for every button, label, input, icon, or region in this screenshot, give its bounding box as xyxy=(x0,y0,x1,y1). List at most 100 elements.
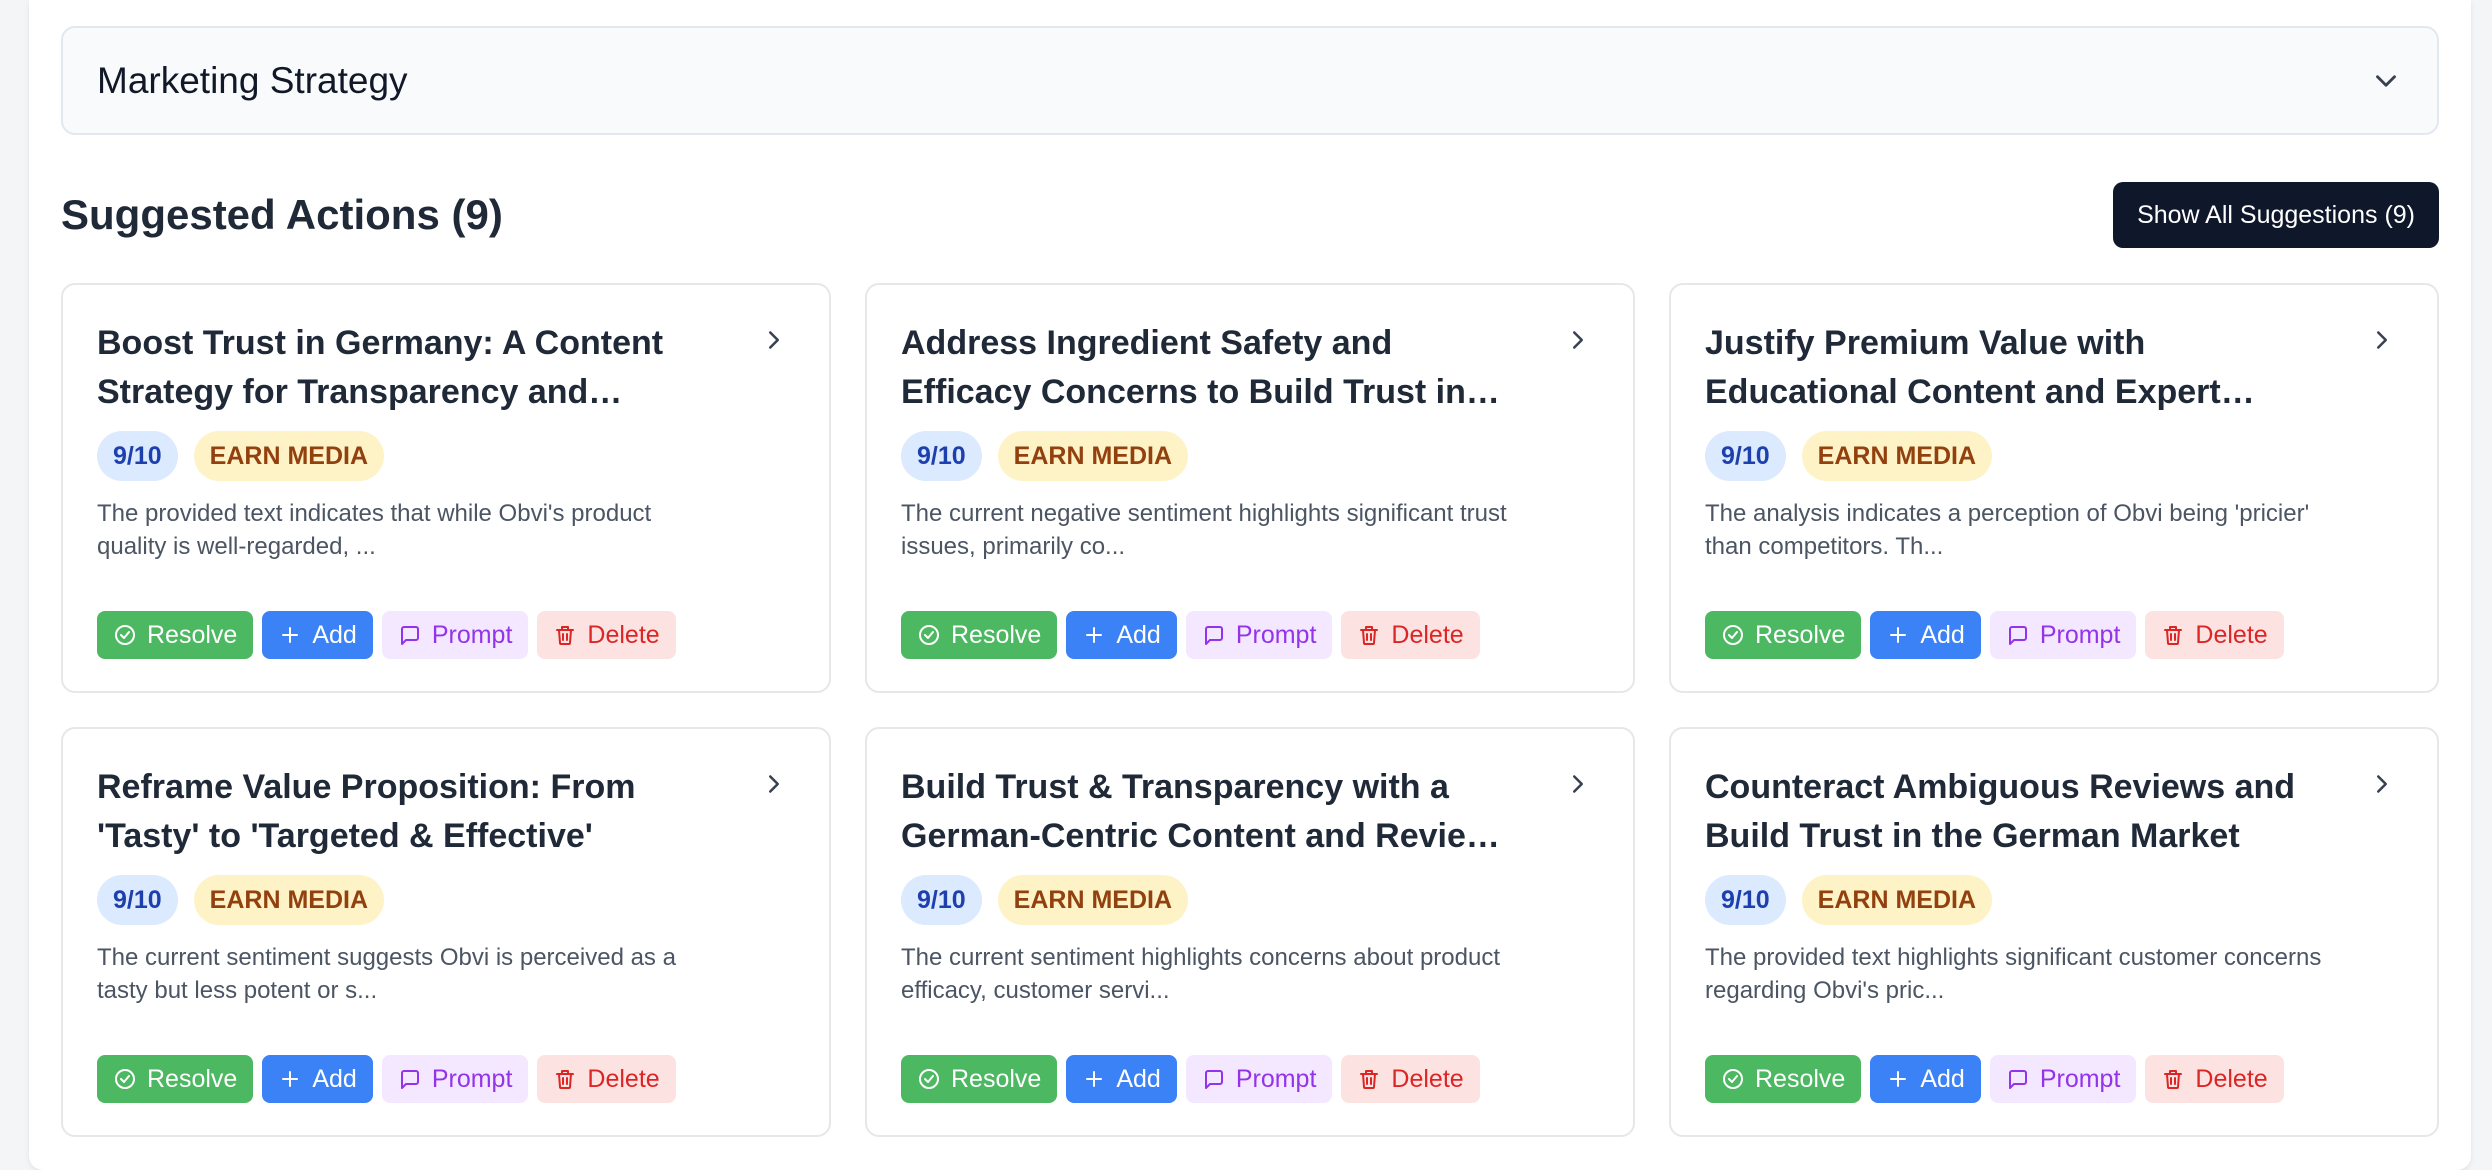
category-badge: EARN MEDIA xyxy=(193,875,385,925)
card-badges: 9/10 EARN MEDIA xyxy=(901,431,1599,481)
score-badge: 9/10 xyxy=(901,431,982,481)
card-badges: 9/10 EARN MEDIA xyxy=(97,875,795,925)
suggestion-card[interactable]: Address Ingredient Safety and Efficacy C… xyxy=(865,283,1635,693)
add-label: Add xyxy=(312,620,357,649)
trash-icon xyxy=(1360,626,1379,645)
delete-button[interactable]: Delete xyxy=(1341,611,1480,659)
card-description: The current sentiment highlights concern… xyxy=(901,944,1501,1004)
delete-button[interactable]: Delete xyxy=(2145,1055,2284,1103)
trash-icon xyxy=(2164,1070,2183,1089)
delete-button[interactable]: Delete xyxy=(2145,611,2284,659)
add-label: Add xyxy=(1116,1064,1161,1093)
suggestion-card[interactable]: Counteract Ambiguous Reviews and Build T… xyxy=(1669,727,2439,1137)
score-badge: 9/10 xyxy=(1705,431,1786,481)
resolve-button[interactable]: Resolve xyxy=(901,611,1058,659)
prompt-button[interactable]: Prompt xyxy=(1989,611,2137,659)
message-square-icon xyxy=(400,1070,419,1089)
category-badge: EARN MEDIA xyxy=(1801,875,1993,925)
message-square-icon xyxy=(1204,1070,1223,1089)
check-circle-icon xyxy=(1723,1069,1743,1089)
resolve-button[interactable]: Resolve xyxy=(1705,611,1862,659)
chevron-right-icon[interactable] xyxy=(2367,769,2397,799)
prompt-label: Prompt xyxy=(431,620,513,649)
resolve-button[interactable]: Resolve xyxy=(901,1055,1058,1103)
card-actions: Resolve Add Prompt Delete xyxy=(1705,1055,2284,1103)
card-badges: 9/10 EARN MEDIA xyxy=(1705,875,2403,925)
category-badge: EARN MEDIA xyxy=(193,431,385,481)
card-description: The provided text indicates that while O… xyxy=(97,500,652,560)
message-square-icon xyxy=(2008,1070,2027,1089)
card-actions: Resolve Add Prompt Delete xyxy=(1705,611,2284,659)
suggestion-card[interactable]: Justify Premium Value with Educational C… xyxy=(1669,283,2439,693)
add-button[interactable]: Add xyxy=(1870,1055,1981,1103)
suggestion-card[interactable]: Boost Trust in Germany: A Content Strate… xyxy=(61,283,831,693)
card-badges: 9/10 EARN MEDIA xyxy=(97,431,795,481)
chevron-right-icon[interactable] xyxy=(2367,325,2397,355)
card-title: Counteract Ambiguous Reviews and Build T… xyxy=(1705,768,2296,855)
delete-button[interactable]: Delete xyxy=(1341,1055,1480,1103)
check-circle-icon xyxy=(115,625,135,645)
card-title: Justify Premium Value with Educational C… xyxy=(1705,324,2221,411)
message-square-icon xyxy=(2008,626,2027,645)
category-badge: EARN MEDIA xyxy=(1801,431,1993,481)
score-badge: 9/10 xyxy=(1705,875,1786,925)
add-button[interactable]: Add xyxy=(1066,611,1177,659)
category-badge: EARN MEDIA xyxy=(997,875,1189,925)
plus-icon xyxy=(282,1071,299,1087)
trash-icon xyxy=(1360,1070,1379,1089)
trash-icon xyxy=(556,626,575,645)
add-button[interactable]: Add xyxy=(262,1055,373,1103)
message-square-icon xyxy=(400,626,419,645)
card-title: Build Trust & Transparency with a German… xyxy=(901,768,1493,855)
add-button[interactable]: Add xyxy=(1870,611,1981,659)
marketing-strategy-accordion[interactable]: Marketing Strategy xyxy=(61,26,2439,135)
card-description: The current sentiment suggests Obvi is p… xyxy=(97,944,676,1004)
card-title: Address Ingredient Safety and Efficacy C… xyxy=(901,324,1466,411)
prompt-button[interactable]: Prompt xyxy=(381,1055,529,1103)
card-actions: Resolve Add Prompt Delete xyxy=(97,1055,676,1103)
suggestion-card[interactable]: Build Trust & Transparency with a German… xyxy=(865,727,1635,1137)
card-actions: Resolve Add Prompt Delete xyxy=(901,1055,1480,1103)
main-panel: Marketing Strategy Suggested Actions (9)… xyxy=(29,0,2471,1170)
chevron-right-icon[interactable] xyxy=(1563,325,1593,355)
resolve-button[interactable]: Resolve xyxy=(1705,1055,1862,1103)
prompt-button[interactable]: Prompt xyxy=(1989,1055,2137,1103)
prompt-button[interactable]: Prompt xyxy=(1185,1055,1333,1103)
add-label: Add xyxy=(312,1064,357,1093)
check-circle-icon xyxy=(115,1069,135,1089)
chevron-right-icon[interactable] xyxy=(1563,769,1593,799)
plus-icon xyxy=(1890,627,1907,643)
card-badges: 9/10 EARN MEDIA xyxy=(901,875,1599,925)
delete-label: Delete xyxy=(1391,620,1464,649)
add-button[interactable]: Add xyxy=(1066,1055,1177,1103)
chevron-right-icon[interactable] xyxy=(759,325,789,355)
add-button[interactable]: Add xyxy=(262,611,373,659)
score-badge: 9/10 xyxy=(97,431,178,481)
check-circle-icon xyxy=(919,625,939,645)
category-badge: EARN MEDIA xyxy=(997,431,1189,481)
prompt-button[interactable]: Prompt xyxy=(1185,611,1333,659)
delete-button[interactable]: Delete xyxy=(537,1055,676,1103)
chevron-right-icon[interactable] xyxy=(759,769,789,799)
plus-icon xyxy=(1086,627,1103,643)
card-description: The current negative sentiment highlight… xyxy=(901,500,1507,560)
section-title: Suggested Actions (9) xyxy=(61,191,503,238)
score-badge: 9/10 xyxy=(97,875,178,925)
resolve-button[interactable]: Resolve xyxy=(97,611,254,659)
resolve-button[interactable]: Resolve xyxy=(97,1055,254,1103)
card-badges: 9/10 EARN MEDIA xyxy=(1705,431,2403,481)
prompt-label: Prompt xyxy=(1235,620,1317,649)
show-all-suggestions-button[interactable]: Show All Suggestions (9) xyxy=(2113,182,2439,248)
delete-label: Delete xyxy=(2195,620,2268,649)
card-description: The analysis indicates a perception of O… xyxy=(1705,500,2310,560)
plus-icon xyxy=(282,627,299,643)
prompt-label: Prompt xyxy=(2039,1064,2121,1093)
resolve-label: Resolve xyxy=(147,620,238,649)
suggestion-card[interactable]: Reframe Value Proposition: From 'Tasty' … xyxy=(61,727,831,1137)
resolve-label: Resolve xyxy=(1755,620,1846,649)
resolve-label: Resolve xyxy=(147,1064,238,1093)
delete-button[interactable]: Delete xyxy=(537,611,676,659)
chevron-down-icon[interactable] xyxy=(2369,64,2403,98)
resolve-label: Resolve xyxy=(1755,1064,1846,1093)
prompt-button[interactable]: Prompt xyxy=(381,611,529,659)
